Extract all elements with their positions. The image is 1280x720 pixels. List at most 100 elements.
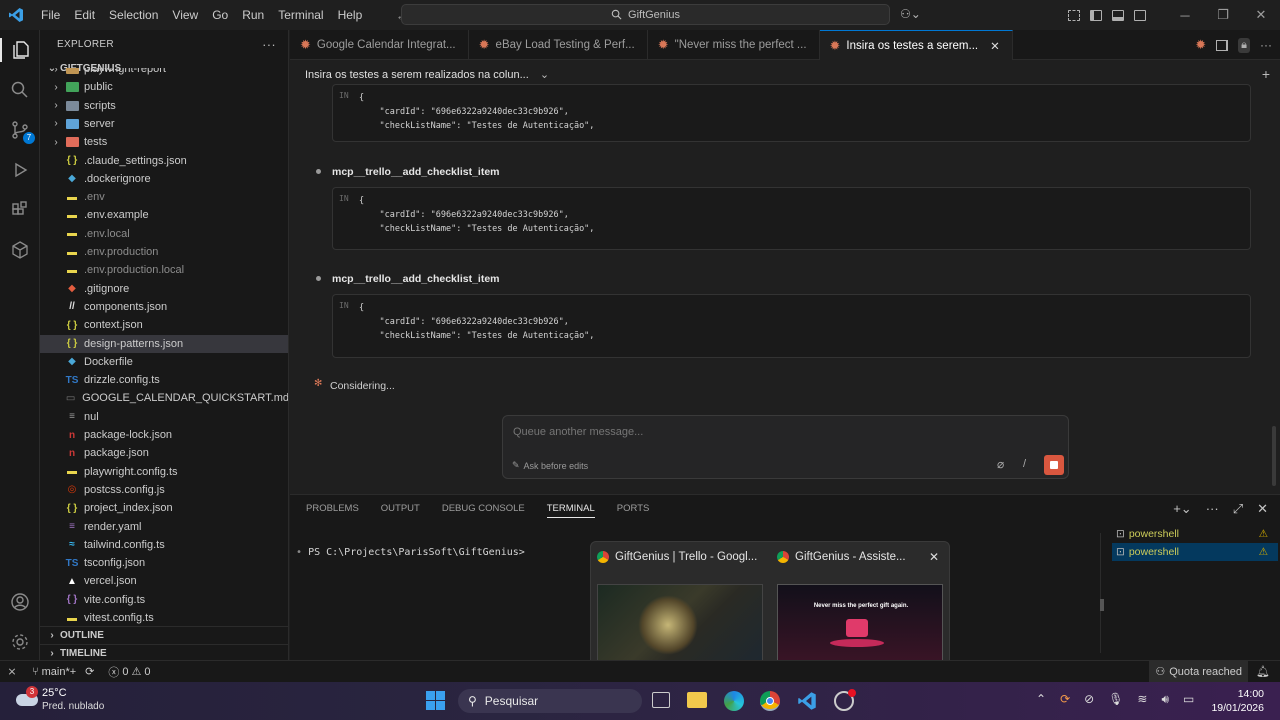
trello-thumbnail[interactable] bbox=[597, 584, 763, 664]
tree-file[interactable]: ≡ nul bbox=[40, 408, 288, 426]
tree-file[interactable]: ≈ tailwind.config.ts bbox=[40, 536, 288, 554]
manage-gear-icon[interactable] bbox=[8, 630, 32, 654]
more-actions-icon[interactable]: ··· bbox=[262, 37, 276, 52]
close-panel-icon[interactable]: ✕ bbox=[1257, 501, 1268, 517]
vscode-taskbar-icon[interactable] bbox=[797, 691, 817, 711]
timeline-section[interactable]: › TIMELINE bbox=[40, 644, 288, 660]
tree-file[interactable]: n package-lock.json bbox=[40, 426, 288, 444]
branch-indicator[interactable]: ⑂ main*+ ⟳ bbox=[32, 665, 94, 679]
editor-tab[interactable]: ✹ Insira os testes a serem... ✕ bbox=[819, 30, 1013, 60]
terminal-list-item[interactable]: ⊡ powershell ⚠ bbox=[1116, 525, 1278, 543]
tree-file[interactable]: { } context.json bbox=[40, 316, 288, 334]
terminal-list-item[interactable]: ⊡ powershell ⚠ bbox=[1112, 543, 1278, 561]
tree-file[interactable]: ▬ .env.production.local bbox=[40, 261, 288, 279]
toggle-panel-icon[interactable] bbox=[1112, 9, 1124, 21]
menu-item-file[interactable]: File bbox=[34, 0, 67, 30]
more-actions-icon[interactable]: ··· bbox=[1260, 38, 1272, 52]
tree-file[interactable]: TS drizzle.config.ts bbox=[40, 371, 288, 389]
problems-indicator[interactable]: ⓧ 0 ⚠ 0 bbox=[108, 664, 150, 680]
tree-file[interactable]: { } design-patterns.json bbox=[40, 334, 288, 353]
source-control-icon[interactable]: 7 bbox=[8, 118, 35, 144]
tree-file[interactable]: ◆ .gitignore bbox=[40, 280, 288, 298]
lock-icon[interactable]: 🔒︎ bbox=[1238, 37, 1250, 53]
toggle-secondary-sidebar-icon[interactable] bbox=[1134, 9, 1146, 21]
panel-scrollbar[interactable] bbox=[1100, 599, 1104, 611]
notifications-bell-icon[interactable]: 🔔︎ bbox=[1256, 665, 1270, 678]
copilot-icon[interactable]: ⚇⌄ bbox=[900, 7, 921, 21]
account-icon[interactable] bbox=[8, 590, 32, 614]
close-preview-icon[interactable]: ✕ bbox=[929, 550, 939, 564]
tree-file[interactable]: ≡ render.yaml bbox=[40, 518, 288, 536]
maximize-panel-icon[interactable]: ⤢ bbox=[1233, 501, 1243, 517]
clock[interactable]: 14:00 19/01/2026 bbox=[1206, 687, 1264, 715]
editor-tab[interactable]: ✹ eBay Load Testing & Perf... bbox=[469, 30, 648, 60]
tree-folder[interactable]: › public bbox=[40, 78, 288, 96]
preview-window-trello[interactable]: GiftGenius | Trello - Googl... bbox=[597, 551, 767, 563]
terminal-prompt[interactable]: • PS C:\Projects\ParisSoft\GiftGenius> bbox=[296, 547, 525, 558]
taskbar-search-box[interactable]: ⚲ Pesquisar bbox=[458, 689, 642, 713]
tree-folder[interactable]: › server bbox=[40, 115, 288, 133]
menu-item-help[interactable]: Help bbox=[331, 0, 370, 30]
panel-tab-output[interactable]: OUTPUT bbox=[381, 503, 420, 518]
tree-file[interactable]: ◎ postcss.config.js bbox=[40, 481, 288, 499]
tree-file[interactable]: ▲ vercel.json bbox=[40, 572, 288, 590]
editor-tab[interactable]: ✹ Google Calendar Integrat... bbox=[290, 30, 469, 60]
minimize-button[interactable]: ─ bbox=[1166, 8, 1204, 23]
claude-icon[interactable]: ✹ bbox=[1195, 37, 1206, 53]
menu-item-go[interactable]: Go bbox=[205, 0, 235, 30]
message-composer[interactable]: ✎ Ask before edits ⌀ / bbox=[502, 415, 1069, 479]
chat-scrollbar[interactable] bbox=[1272, 426, 1276, 486]
run-debug-icon[interactable] bbox=[8, 158, 32, 182]
tree-file[interactable]: // components.json bbox=[40, 298, 288, 316]
show-hidden-icons-chevron[interactable]: ⌃ bbox=[1036, 692, 1046, 707]
tool-call-title[interactable]: mcp__trello__add_checklist_item bbox=[332, 273, 500, 285]
extensions-icon[interactable] bbox=[8, 198, 32, 222]
panel-tab-terminal[interactable]: TERMINAL bbox=[546, 503, 595, 518]
tree-file[interactable]: ◆ Dockerfile bbox=[40, 353, 288, 371]
github-desktop-icon[interactable] bbox=[834, 689, 856, 711]
quota-indicator[interactable]: ⚇ Quota reached bbox=[1149, 660, 1249, 683]
microphone-icon[interactable]: 🎙︎ bbox=[1108, 692, 1123, 707]
outline-section[interactable]: › OUTLINE bbox=[40, 626, 288, 644]
tree-file[interactable]: { } .claude_settings.json bbox=[40, 152, 288, 170]
sync-icon[interactable]: ⟳ bbox=[85, 665, 94, 678]
volume-icon[interactable]: 🔊︎ bbox=[1161, 692, 1169, 707]
tree-file[interactable]: ◆ .dockerignore bbox=[40, 170, 288, 188]
assistant-thumbnail[interactable]: Never miss the perfect gift again. bbox=[777, 584, 943, 664]
preview-window-assistant[interactable]: GiftGenius - Assiste... bbox=[777, 551, 917, 563]
close-tab-icon[interactable]: ✕ bbox=[990, 39, 1000, 53]
sync-tray-icon[interactable]: ⟳ bbox=[1060, 692, 1070, 707]
tree-file[interactable]: { } project_index.json bbox=[40, 499, 288, 517]
tree-folder[interactable]: › playwright-report bbox=[40, 68, 288, 78]
panel-tab-problems[interactable]: PROBLEMS bbox=[306, 503, 359, 518]
new-terminal-plus-icon[interactable]: +⌄ bbox=[1173, 501, 1191, 517]
menu-item-view[interactable]: View bbox=[165, 0, 205, 30]
tree-file[interactable]: ▬ .env bbox=[40, 188, 288, 206]
file-explorer-icon[interactable] bbox=[687, 692, 707, 708]
tree-file[interactable]: { } vite.config.ts bbox=[40, 591, 288, 609]
search-view-icon[interactable] bbox=[8, 78, 32, 102]
network-muted-tray-icon[interactable]: ⊘ bbox=[1084, 692, 1094, 707]
tree-file[interactable]: ▭ GOOGLE_CALENDAR_QUICKSTART.md bbox=[40, 389, 288, 407]
tree-file[interactable]: ▬ playwright.config.ts bbox=[40, 463, 288, 481]
menu-item-selection[interactable]: Selection bbox=[102, 0, 165, 30]
tree-file[interactable]: ▬ .env.local bbox=[40, 225, 288, 243]
menu-item-edit[interactable]: Edit bbox=[67, 0, 102, 30]
tree-folder[interactable]: › scripts bbox=[40, 97, 288, 115]
tree-file[interactable]: ▬ vitest.config.ts bbox=[40, 609, 288, 624]
task-view-icon[interactable] bbox=[652, 692, 670, 708]
ask-before-edits-toggle[interactable]: ✎ Ask before edits bbox=[512, 460, 588, 471]
panel-tab-ports[interactable]: PORTS bbox=[617, 503, 650, 518]
tree-folder[interactable]: › tests bbox=[40, 133, 288, 151]
stop-button[interactable] bbox=[1044, 455, 1064, 475]
restore-button[interactable]: ❐ bbox=[1204, 7, 1242, 23]
menu-item-terminal[interactable]: Terminal bbox=[271, 0, 330, 30]
panel-tab-debug-console[interactable]: DEBUG CONSOLE bbox=[442, 503, 525, 518]
editor-tab[interactable]: ✹ "Never miss the perfect ... bbox=[648, 30, 820, 60]
close-window-button[interactable]: ✕ bbox=[1242, 7, 1280, 23]
windows-start-icon[interactable] bbox=[426, 691, 446, 711]
toggle-primary-sidebar-icon[interactable] bbox=[1090, 9, 1102, 21]
edge-icon[interactable] bbox=[724, 691, 744, 711]
remote-explorer-icon[interactable] bbox=[8, 238, 32, 262]
attach-paperclip-icon[interactable]: ⌀ bbox=[997, 457, 1004, 471]
